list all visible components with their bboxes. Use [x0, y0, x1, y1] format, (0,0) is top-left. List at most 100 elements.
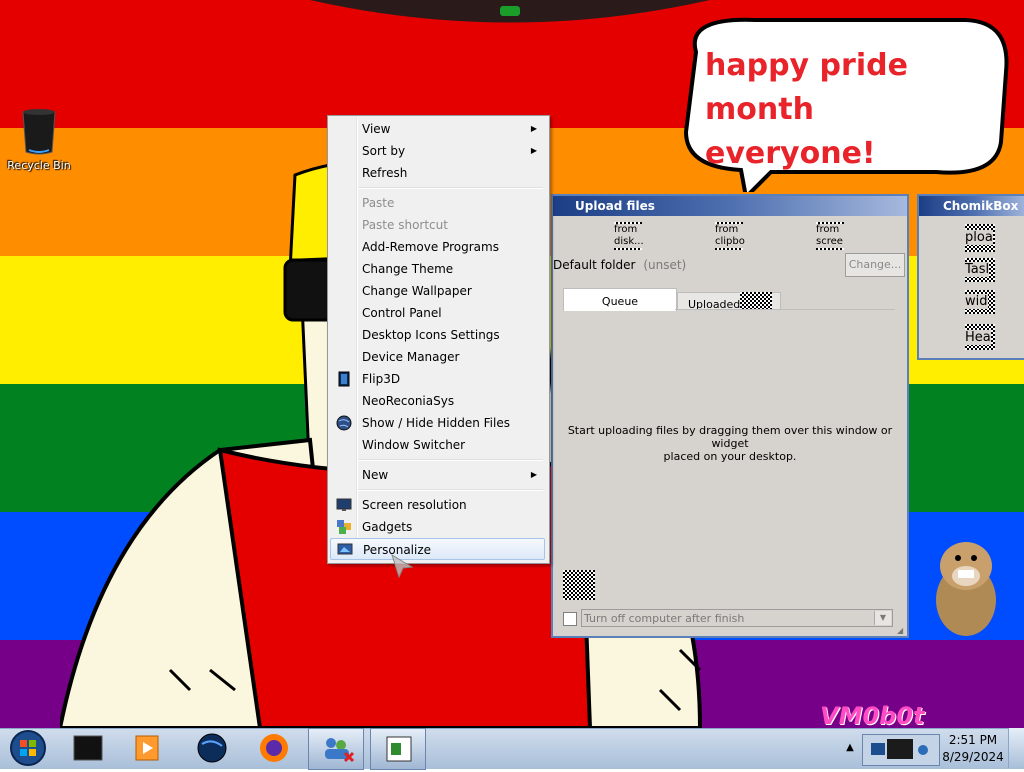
recycle-bin-icon [22, 109, 56, 155]
media-player-icon [135, 735, 159, 761]
taskbar-app-upload[interactable] [370, 728, 426, 770]
submenu-arrow-icon: ▶ [530, 470, 537, 479]
tray-clock[interactable]: 2:51 PM 8/29/2024 [940, 730, 1006, 770]
show-desktop-button[interactable] [1008, 728, 1024, 768]
start-button[interactable] [4, 728, 48, 768]
upload-hint-line-2: placed on your desktop. [663, 450, 797, 463]
chomikbox-tasks-button[interactable]: Tasl [965, 258, 995, 282]
globe-app-icon [197, 733, 227, 763]
watermark-text: VM0b0t [820, 702, 925, 730]
upload-status-icon [563, 570, 595, 600]
chomikbox-title: ChomikBox [919, 196, 1024, 216]
clock-time: 2:51 PM [948, 733, 998, 747]
menu-item-gadgets[interactable]: Gadgets [330, 516, 545, 538]
menu-separator [358, 459, 543, 461]
menu-item-device-manager[interactable]: Device Manager [330, 346, 545, 368]
menu-item-add-remove-programs-label: Add-Remove Programs [362, 240, 499, 254]
gadgets-icon [337, 520, 351, 534]
from-clipboard-label: from clipbo [715, 224, 745, 248]
menu-item-desktop-icons-settings[interactable]: Desktop Icons Settings [330, 324, 545, 346]
menu-item-personalize[interactable]: Personalize [330, 538, 545, 560]
menu-item-screen-resolution[interactable]: Screen resolution [330, 494, 545, 516]
firefox-icon [260, 734, 288, 762]
chomikbox-help-label: Hea [965, 330, 991, 345]
speech-bubble-text: happy pride month everyone! [705, 44, 1024, 176]
default-folder-value: (unset) [643, 258, 687, 272]
top-arc [310, 0, 710, 23]
chomikbox-help-button[interactable]: Hea [965, 324, 995, 350]
menu-separator [358, 489, 543, 491]
menu-item-new[interactable]: New ▶ [330, 464, 545, 486]
chevron-down-icon[interactable]: ▼ [874, 611, 891, 625]
menu-item-change-wallpaper-label: Change Wallpaper [362, 284, 472, 298]
flip3d-icon [338, 371, 350, 387]
change-folder-button[interactable]: Change... [845, 253, 905, 277]
tab-divider [675, 309, 895, 310]
submenu-arrow-icon: ▶ [530, 124, 537, 133]
menu-item-change-theme[interactable]: Change Theme [330, 258, 545, 280]
users-app-icon [325, 738, 355, 763]
desktop-context-menu[interactable]: View ▶ Sort by ▶ Refresh Paste Paste sho… [327, 115, 550, 564]
chomikbox-tasks-label: Tasl [965, 262, 990, 277]
upload-files-window[interactable]: Upload files from disk... from clipbo fr… [551, 194, 909, 638]
from-screen-label: from scree [816, 224, 844, 248]
tray-expand-arrow-icon[interactable]: ▲ [840, 728, 860, 768]
menu-item-flip3d[interactable]: Flip3D [330, 368, 545, 390]
tab-queue-label: Queue [601, 295, 639, 308]
taskbar-app-terminal[interactable] [60, 728, 116, 770]
menu-item-paste-shortcut[interactable]: Paste shortcut [330, 214, 545, 236]
menu-item-refresh[interactable]: Refresh [330, 162, 545, 184]
menu-item-paste[interactable]: Paste [330, 192, 545, 214]
shutdown-select[interactable]: Turn off computer after finish ▼ [581, 609, 893, 627]
tray-icon-group [871, 739, 928, 759]
default-folder-row: Default folder (unset) [553, 258, 686, 272]
tab-queue[interactable]: Queue [563, 288, 677, 311]
menu-item-show-hide-label: Show / Hide Hidden Files [362, 416, 510, 430]
menu-item-show-hide-hidden-files[interactable]: Show / Hide Hidden Files [330, 412, 545, 434]
submenu-arrow-icon: ▶ [530, 146, 537, 155]
menu-item-window-switcher-label: Window Switcher [362, 438, 466, 452]
menu-item-screen-resolution-label: Screen resolution [362, 498, 467, 512]
taskbar-app-users[interactable] [308, 728, 364, 770]
menu-item-refresh-label: Refresh [362, 166, 408, 180]
menu-separator [358, 187, 543, 189]
chomikbox-widget-button[interactable]: wid [965, 290, 995, 314]
tab-uploaded-icon [740, 292, 772, 310]
terminal-app-icon [73, 735, 103, 761]
menu-item-device-manager-label: Device Manager [362, 350, 460, 364]
menu-item-change-theme-label: Change Theme [362, 262, 454, 276]
menu-item-sort-by[interactable]: Sort by ▶ [330, 140, 545, 162]
chomikbox-upload-button[interactable]: ploa [965, 224, 995, 252]
menu-item-control-panel-label: Control Panel [362, 306, 442, 320]
recycle-bin[interactable]: Recycle Bin [3, 108, 75, 172]
globe-icon [336, 415, 352, 431]
menu-item-window-switcher[interactable]: Window Switcher [330, 434, 545, 456]
taskbar-app-firefox[interactable] [246, 728, 302, 770]
menu-item-paste-label: Paste [362, 196, 395, 210]
from-screen-button[interactable]: from scree [816, 222, 844, 250]
clock-date: 8/29/2024 [942, 750, 1004, 764]
from-disk-button[interactable]: from disk... [614, 222, 644, 250]
shutdown-select-value: Turn off computer after finish [584, 612, 745, 625]
menu-item-add-remove-programs[interactable]: Add-Remove Programs [330, 236, 545, 258]
monitor-icon [336, 498, 352, 511]
menu-item-flip3d-label: Flip3D [362, 372, 401, 386]
menu-item-neoreconiasys[interactable]: NeoReconiaSys [330, 390, 545, 412]
hamster-gadget[interactable] [930, 530, 1002, 638]
recycle-bin-label: Recycle Bin [7, 159, 71, 172]
resize-grip[interactable]: ◢ [897, 626, 907, 636]
menu-item-control-panel[interactable]: Control Panel [330, 302, 545, 324]
chomikbox-window[interactable]: ChomikBox ploa Tasl wid Hea [917, 194, 1024, 360]
mouse-cursor-icon [391, 553, 414, 579]
windows-start-icon [10, 730, 46, 766]
menu-item-change-wallpaper[interactable]: Change Wallpaper [330, 280, 545, 302]
shutdown-checkbox[interactable] [563, 612, 577, 626]
upload-app-icon [386, 736, 412, 762]
taskbar-app-media-player[interactable] [120, 728, 176, 770]
taskbar-app-globe[interactable] [184, 728, 240, 770]
menu-item-view[interactable]: View ▶ [330, 118, 545, 140]
from-clipboard-button[interactable]: from clipbo [715, 222, 745, 250]
chomikbox-upload-label: ploa [965, 230, 993, 245]
menu-item-view-label: View [362, 122, 391, 136]
default-folder-label: Default folder [553, 258, 636, 272]
